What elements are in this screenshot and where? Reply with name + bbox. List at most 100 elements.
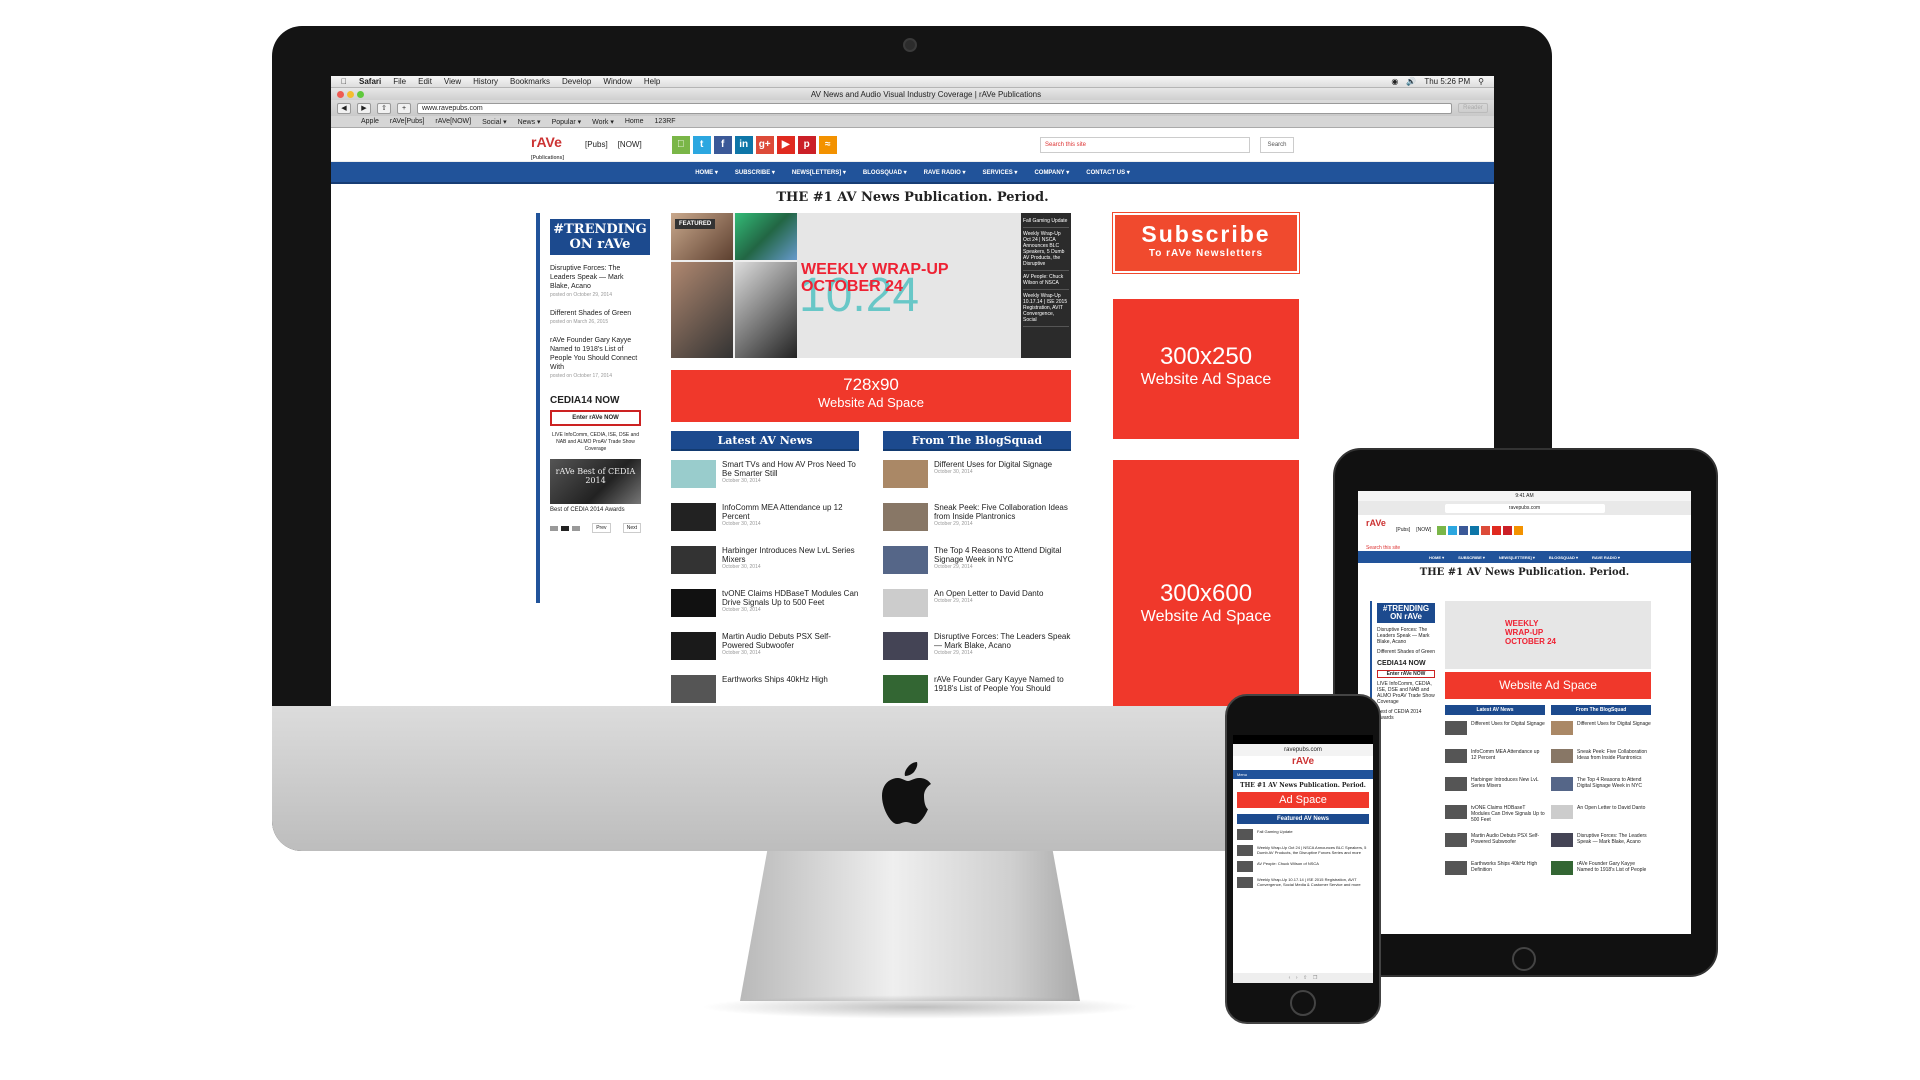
news-item[interactable]: Fall Gaming Update	[1237, 829, 1369, 840]
subscribe-banner[interactable]: Subscribe To rAVe Newsletters	[1112, 212, 1300, 274]
menu-edit[interactable]: Edit	[418, 77, 432, 86]
facebook-icon[interactable]	[1459, 525, 1469, 535]
ipad-home-button[interactable]	[1512, 947, 1536, 971]
pager-dot[interactable]	[550, 525, 558, 531]
minimize-icon[interactable]	[347, 90, 354, 98]
bookmark-item[interactable]: Apple	[361, 118, 379, 125]
bookmark-item[interactable]: Home	[625, 118, 644, 125]
wifi-icon[interactable]: ◉	[1391, 77, 1398, 86]
award-image[interactable]: rAVe Best of CEDIA 2014	[550, 459, 641, 504]
apple-icon[interactable]	[1437, 525, 1447, 535]
nav-subscribe[interactable]: SUBSCRIBE ▾	[735, 169, 775, 176]
pager-dot[interactable]	[561, 525, 569, 531]
featured-photo[interactable]	[735, 213, 797, 260]
menu-help[interactable]: Help	[644, 77, 660, 86]
blog-item[interactable]: The Top 4 Reasons to Attend Digital Sign…	[1551, 777, 1651, 799]
bookmark-item[interactable]: rAVe[Pubs]	[390, 118, 425, 125]
news-item[interactable]: InfoComm MEA Attendance up 12 Percent	[1445, 749, 1545, 771]
site-logo[interactable]: rAVe [Publications]	[531, 134, 575, 161]
youtube-icon[interactable]: ▶	[776, 135, 795, 154]
news-item[interactable]: Harbinger Introduces New LvL Series Mixe…	[671, 546, 859, 580]
nav-services[interactable]: SERVICES ▾	[983, 169, 1018, 176]
volume-icon[interactable]: 🔊	[1406, 77, 1416, 86]
nav-rave-radio[interactable]: RAVE RADIO ▾	[924, 169, 966, 176]
blog-thumbnail[interactable]	[883, 503, 928, 531]
nav-subscribe[interactable]: SUBSCRIBE ▾	[1458, 555, 1485, 560]
google-plus-icon[interactable]: g+	[755, 135, 774, 154]
news-item[interactable]: Different Uses for Digital Signage	[1445, 721, 1545, 743]
news-thumbnail[interactable]	[671, 632, 716, 660]
zoom-icon[interactable]	[357, 90, 364, 98]
iphone-ad[interactable]: Ad Space	[1237, 792, 1369, 808]
award-caption[interactable]: Best of CEDIA 2014 Awards	[1377, 709, 1435, 721]
menu-file[interactable]: File	[393, 77, 406, 86]
close-icon[interactable]	[337, 90, 344, 98]
enter-rave-now-button[interactable]: Enter rAVe NOW	[550, 410, 641, 426]
menu-develop[interactable]: Develop	[562, 77, 591, 86]
news-item[interactable]: Martin Audio Debuts PSX Self-Powered Sub…	[671, 632, 859, 666]
twitter-icon[interactable]	[1448, 525, 1458, 535]
blog-thumbnail[interactable]	[883, 589, 928, 617]
clock[interactable]: Thu 5:26 PM	[1424, 77, 1470, 86]
spotlight-icon[interactable]: ⚲	[1478, 77, 1484, 86]
facebook-icon[interactable]: f	[713, 135, 732, 154]
award-caption[interactable]: Best of CEDIA 2014 Awards	[550, 507, 641, 513]
weekly-wrapup-image[interactable]: 10.24 WEEKLY WRAP-UP OCTOBER 24	[797, 213, 1021, 358]
rss-icon[interactable]: ≈	[818, 135, 837, 154]
featured-slider[interactable]: FEATURED 10.24 WEEKLY WRAP-UP OCTOBER 24…	[671, 213, 1071, 358]
blog-item[interactable]: Different Uses for Digital Signage Octobe…	[883, 460, 1071, 494]
iphone-logo[interactable]: rAVe	[1233, 756, 1373, 770]
ipad-address-bar[interactable]: ravepubs.com	[1444, 503, 1605, 513]
ad-300x600[interactable]: 300x600 Website Ad Space	[1113, 460, 1299, 706]
apple-menu-icon[interactable]: 	[341, 77, 347, 86]
tabs-icon[interactable]: ❐	[1313, 975, 1317, 981]
ipad-ad[interactable]: Website Ad Space	[1445, 672, 1651, 699]
share-icon[interactable]: ⇧	[1303, 975, 1307, 981]
pinterest-icon[interactable]	[1503, 525, 1513, 535]
news-item[interactable]: Earthworks Ships 40kHz High Definition	[1445, 861, 1545, 883]
blog-item[interactable]: Disruptive Forces: The Leaders Speak — M…	[883, 632, 1071, 666]
back-icon[interactable]: ‹	[1289, 975, 1291, 981]
blog-item[interactable]: Disruptive Forces: The Leaders Speak — M…	[1551, 833, 1651, 855]
google-plus-icon[interactable]	[1481, 525, 1491, 535]
blog-item[interactable]: rAVe Founder Gary Kayye Named to 1918's …	[1551, 861, 1651, 883]
blog-thumbnail[interactable]	[883, 675, 928, 703]
featured-list-item[interactable]: AV People: Chuck Wilson of NSCA	[1023, 271, 1069, 290]
forward-icon[interactable]: ▶	[357, 102, 371, 114]
nav-blogsquad[interactable]: BLOGSQUAD ▾	[1549, 555, 1578, 560]
news-item[interactable]: Weekly Wrap-Up 10.17.14 | ISE 2015 Regis…	[1237, 877, 1369, 888]
bookmark-item[interactable]: News ▾	[518, 118, 541, 126]
trending-item[interactable]: rAVe Founder Gary Kayye Named to 1918's …	[550, 336, 641, 381]
ad-300x250[interactable]: 300x250 Website Ad Space	[1113, 299, 1299, 439]
iphone-home-button[interactable]	[1290, 990, 1316, 1016]
blog-item[interactable]: Sneak Peek: Five Collaboration Ideas fro…	[883, 503, 1071, 537]
next-button[interactable]: Next	[622, 523, 641, 533]
search-button[interactable]: Search	[1260, 136, 1294, 153]
nav-contact[interactable]: CONTACT US ▾	[1086, 169, 1130, 176]
nav-newsletters[interactable]: NEWS[LETTERS] ▾	[1499, 555, 1535, 560]
blog-thumbnail[interactable]	[883, 546, 928, 574]
bookmark-item[interactable]: 123RF	[655, 118, 676, 125]
trending-item[interactable]: Disruptive Forces: The Leaders Speak — M…	[1377, 627, 1435, 645]
news-item[interactable]: Martin Audio Debuts PSX Self-Powered Sub…	[1445, 833, 1545, 855]
back-icon[interactable]: ◀	[337, 102, 351, 114]
news-item[interactable]: tvONE Claims HDBaseT Modules Can Drive S…	[1445, 805, 1545, 827]
trending-item[interactable]: Different Shades of Green posted on March…	[550, 309, 641, 327]
featured-photo[interactable]	[735, 262, 797, 358]
nav-home[interactable]: HOME ▾	[1429, 555, 1444, 560]
youtube-icon[interactable]	[1492, 525, 1502, 535]
search-input[interactable]: Search this site	[1040, 136, 1250, 153]
menu-view[interactable]: View	[444, 77, 461, 86]
news-thumbnail[interactable]	[671, 503, 716, 531]
menu-bookmarks[interactable]: Bookmarks	[510, 77, 550, 86]
menu-safari[interactable]: Safari	[359, 77, 381, 86]
ipad-featured[interactable]: WEEKLY WRAP-UP OCTOBER 24	[1445, 601, 1651, 669]
blog-thumbnail[interactable]	[883, 460, 928, 488]
bookmark-item[interactable]: rAVe[NOW]	[435, 118, 471, 125]
nav-blogsquad[interactable]: BLOGSQUAD ▾	[863, 169, 907, 176]
now-link[interactable]: [NOW]	[618, 140, 642, 149]
news-item[interactable]: tvONE Claims HDBaseT Modules Can Drive S…	[671, 589, 859, 623]
news-item[interactable]: InfoComm MEA Attendance up 12 Percent Oct…	[671, 503, 859, 537]
nav-rave-radio[interactable]: RAVE RADIO ▾	[1592, 555, 1620, 560]
news-thumbnail[interactable]	[671, 546, 716, 574]
